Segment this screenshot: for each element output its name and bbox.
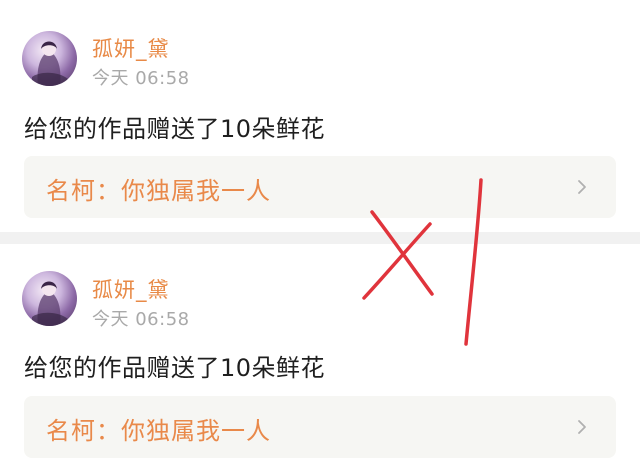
- avatar-image: [32, 281, 68, 326]
- avatar[interactable]: [22, 271, 77, 326]
- gift-message: 给您的作品赠送了10朵鲜花: [24, 115, 326, 143]
- avatar[interactable]: [22, 31, 77, 86]
- work-title: 名柯：你独属我一人: [46, 417, 271, 445]
- notification-card: 孤妍_黛 今天 06:58 给您的作品赠送了10朵鲜花 名柯：你独属我一人: [0, 0, 640, 232]
- username[interactable]: 孤妍_黛: [92, 33, 170, 63]
- notification-card: 孤妍_黛 今天 06:58 给您的作品赠送了10朵鲜花 名柯：你独属我一人: [0, 244, 640, 459]
- work-title: 名柯：你独属我一人: [46, 177, 271, 205]
- chevron-right-icon: [578, 180, 586, 194]
- divider: [0, 232, 640, 244]
- chevron-right-icon: [578, 420, 586, 434]
- timestamp: 今天 06:58: [92, 309, 190, 330]
- username[interactable]: 孤妍_黛: [92, 274, 170, 304]
- timestamp: 今天 06:58: [92, 68, 190, 89]
- work-link[interactable]: 名柯：你独属我一人: [24, 156, 616, 218]
- work-link[interactable]: 名柯：你独属我一人: [24, 396, 616, 458]
- gift-message: 给您的作品赠送了10朵鲜花: [24, 354, 326, 382]
- avatar-image: [32, 41, 68, 86]
